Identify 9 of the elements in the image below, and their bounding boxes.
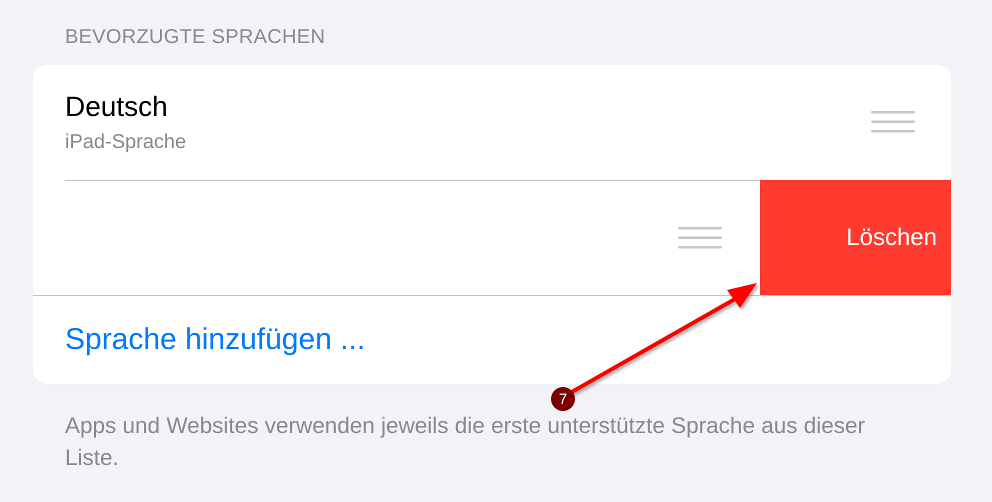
language-subtitle: iPad-Sprache (65, 130, 186, 154)
step-badge: 7 (551, 387, 575, 411)
section-header: BEVORZUGTE SPRACHEN (64, 26, 326, 49)
delete-button[interactable]: Löschen (760, 180, 951, 295)
language-name: Deutsch (65, 90, 168, 122)
drag-handle-icon[interactable] (871, 110, 915, 134)
add-language-link[interactable]: Sprache hinzufügen ... (65, 323, 366, 357)
drag-handle-icon[interactable] (678, 226, 722, 250)
footer-note: Apps und Websites verwenden jeweils die erste unterstützte Sprache aus dieser Liste. (65, 412, 866, 472)
